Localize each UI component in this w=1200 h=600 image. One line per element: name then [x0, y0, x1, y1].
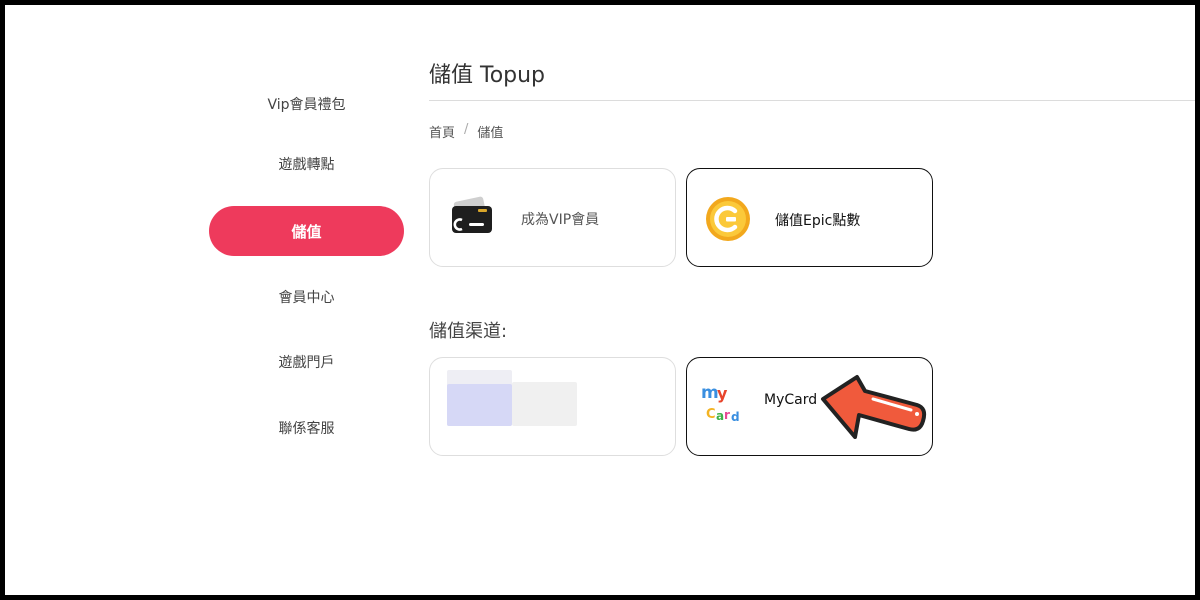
breadcrumb-current: 儲值: [477, 126, 504, 141]
epic-points-label: 儲值Epic點數: [775, 213, 861, 229]
svg-text:C: C: [706, 407, 716, 422]
epic-points-card[interactable]: 儲值Epic點數: [686, 168, 933, 267]
mycard-logo: m y C a r d: [699, 378, 747, 430]
title-divider: [429, 100, 1195, 101]
sidebar-item-topup[interactable]: 儲值: [209, 206, 404, 256]
vip-member-card[interactable]: 成為VIP會員: [429, 168, 676, 267]
svg-text:y: y: [717, 384, 728, 403]
breadcrumb: 首頁 / 儲值: [429, 122, 503, 141]
mycard-label: MyCard: [764, 392, 818, 408]
sidebar-item-game-portal[interactable]: 遊戲門戶: [209, 337, 404, 387]
svg-text:d: d: [731, 410, 740, 424]
page-frame: Vip會員禮包 遊戲轉點 儲值 會員中心 遊戲門戶 聯係客服 儲值 Topup …: [5, 5, 1195, 595]
sidebar-nav: Vip會員禮包 遊戲轉點 儲值 會員中心 遊戲門戶 聯係客服: [5, 5, 425, 595]
breadcrumb-home-link[interactable]: 首頁: [429, 122, 455, 141]
sidebar-item-vip-gift[interactable]: Vip會員禮包: [209, 79, 404, 129]
breadcrumb-separator: /: [464, 122, 469, 137]
sidebar-item-member-center[interactable]: 會員中心: [209, 272, 404, 322]
red-arrow-icon: [813, 371, 933, 459]
channel-card-blurred[interactable]: [429, 357, 676, 456]
sidebar-item-contact-support[interactable]: 聯係客服: [209, 403, 404, 453]
page-title: 儲值 Topup: [429, 63, 546, 88]
svg-text:a: a: [716, 409, 724, 423]
svg-text:r: r: [724, 408, 730, 422]
vip-member-label: 成為VIP會員: [521, 212, 600, 228]
channels-title: 儲值渠道:: [429, 321, 508, 342]
epic-coin-icon: [705, 196, 751, 246]
sidebar-item-game-transfer[interactable]: 遊戲轉點: [209, 139, 404, 189]
blurred-channel-logo: [447, 370, 577, 426]
credit-card-icon: [448, 194, 496, 246]
